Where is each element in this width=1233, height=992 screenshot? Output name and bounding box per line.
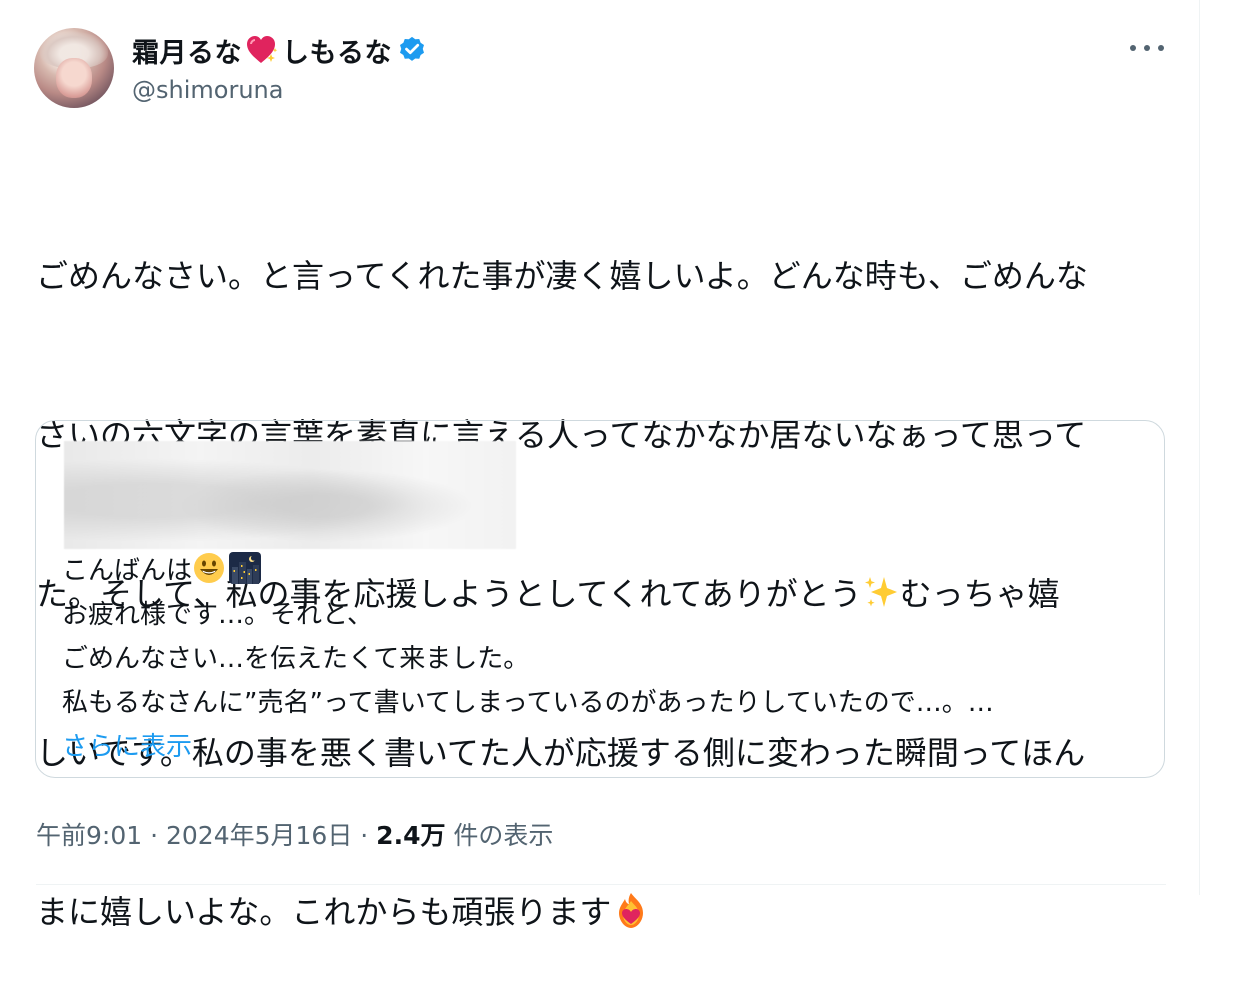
quote-line: ごめんなさい…を伝えたくて来ました。 xyxy=(62,644,530,674)
more-options-icon[interactable] xyxy=(1130,36,1164,60)
heart-on-fire-icon xyxy=(619,893,644,928)
quote-line: お疲れ様です…。それと、 xyxy=(62,600,373,630)
column-divider xyxy=(1199,0,1200,895)
more-dot xyxy=(1158,45,1164,51)
quote-line-text: こんばんは xyxy=(62,556,193,586)
author-name-row[interactable]: 霜月るな しもるな xyxy=(132,30,427,70)
night-city-icon xyxy=(229,552,262,584)
display-name-part2: しもるな xyxy=(282,37,392,69)
tweet-line-text: まに嬉しいよな。これからも頑張ります xyxy=(36,893,612,931)
tweet-line: ごめんなさい。と言ってくれた事が凄く嬉しいよ。どんな時も、ごめんな xyxy=(36,257,1088,295)
quoted-tweet-text: こんばんは お疲れ様です…。それと、 ごめんなさい…を伝えたくて来ました。 私も… xyxy=(62,549,1142,769)
avatar[interactable] xyxy=(34,28,114,108)
quoted-tweet[interactable]: こんばんは お疲れ様です…。それと、 ごめんなさい…を伝えたくて来ました。 私も… xyxy=(35,420,1165,778)
tweet-date[interactable]: 2024年5月16日 xyxy=(166,821,352,850)
avatar-face xyxy=(56,58,92,98)
meta-separator: · xyxy=(352,821,377,850)
display-name-part1: 霜月るな xyxy=(132,37,242,69)
grinning-face-icon xyxy=(194,553,225,583)
more-dot xyxy=(1144,45,1150,51)
tweet-metadata: 午前9:01 · 2024年5月16日 · 2.4万 件の表示 xyxy=(36,816,553,852)
show-more-link[interactable]: さらに表示 xyxy=(62,725,1142,769)
sparkling-heart-icon xyxy=(247,36,278,63)
quote-line: こんばんは xyxy=(62,549,1142,593)
meta-separator: · xyxy=(142,821,166,850)
tweet-time[interactable]: 午前9:01 xyxy=(36,821,142,850)
blur-overlay xyxy=(64,441,516,549)
quote-line: 私もるなさんに”売名”って書いてしまっているのがあったりしていたので…。… xyxy=(62,688,994,718)
tweet-line: まに嬉しいよな。これからも頑張ります xyxy=(36,886,1176,939)
divider xyxy=(36,884,1166,885)
verified-badge-icon xyxy=(400,36,424,61)
more-dot xyxy=(1130,45,1136,51)
views-label: 件の表示 xyxy=(445,821,554,850)
author-handle[interactable]: @shimoruna xyxy=(132,76,283,104)
views-count: 2.4万 xyxy=(376,821,446,850)
blurred-quote-author xyxy=(64,441,516,549)
